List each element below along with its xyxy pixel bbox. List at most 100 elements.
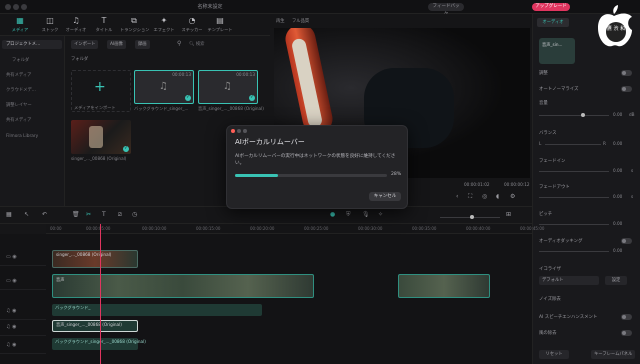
sidebar-item-filmora-library[interactable]: Filmora Library bbox=[6, 132, 38, 141]
sidebar-item-folder[interactable]: フォルダ bbox=[12, 56, 29, 65]
shield-icon[interactable]: ⛨ bbox=[346, 211, 351, 219]
tab-transitions[interactable]: ⧉ トランジション bbox=[120, 16, 149, 35]
crop-icon[interactable]: ⧄ bbox=[118, 211, 122, 219]
media-item-vocal-audio[interactable]: 00:00:13 ♫ ✓ bbox=[198, 70, 258, 104]
dialog-close-button[interactable] bbox=[231, 129, 235, 133]
fade-in-slider[interactable] bbox=[539, 171, 609, 172]
tab-stock[interactable]: ◫ ストック bbox=[36, 16, 64, 35]
tab-media[interactable]: ▦ メディア bbox=[6, 16, 34, 35]
adjust-toggle[interactable] bbox=[621, 70, 632, 76]
tab-titles-label: タイトル bbox=[95, 27, 113, 32]
volume-slider-knob[interactable] bbox=[581, 113, 585, 117]
fade-out-slider[interactable] bbox=[539, 197, 609, 198]
upgrade-button[interactable]: アップグレード bbox=[532, 3, 570, 11]
ruler-tick: 00:00:35:00 bbox=[412, 226, 437, 231]
stock-icon: ◫ bbox=[46, 16, 54, 25]
fullscreen-icon[interactable]: ⛶ bbox=[468, 193, 472, 201]
auto-normalize-toggle[interactable] bbox=[621, 86, 632, 92]
denoise-label: ノイズ除去 bbox=[539, 297, 561, 302]
media-item-video[interactable]: ✓ bbox=[71, 120, 131, 154]
audio-clip-vocal[interactable]: 音声_singer_..._00868 (Original) bbox=[52, 320, 138, 332]
video-clip-tertiary[interactable] bbox=[398, 274, 490, 298]
balance-left-label: L bbox=[539, 141, 542, 146]
sidebar-item-shared-media[interactable]: 共有メディア bbox=[6, 71, 31, 80]
snapshot-icon[interactable]: ◎ bbox=[482, 193, 487, 200]
layout-icon[interactable]: ▦ bbox=[6, 211, 12, 218]
audio-clip-label: 音声_singer_..._00868 (Original) bbox=[56, 322, 122, 327]
fade-out-value[interactable]: 0.00 bbox=[613, 194, 622, 199]
playhead[interactable] bbox=[100, 224, 101, 364]
equalizer-settings-button[interactable]: 設定 bbox=[605, 276, 627, 285]
dialog-minimize-button[interactable] bbox=[237, 129, 241, 133]
video-clip-main[interactable]: singer_..._00868 (Original) bbox=[52, 250, 138, 268]
audio-clip-background[interactable]: バックグラウンド_ bbox=[52, 304, 262, 316]
tab-audio-properties[interactable]: オーディオ bbox=[537, 18, 569, 27]
filter-icon[interactable]: ⚲ bbox=[177, 40, 185, 49]
fade-out-label: フェードアウト bbox=[539, 185, 570, 190]
tab-stickers-label: ステッカー bbox=[181, 27, 203, 32]
volume-label: 音量 bbox=[539, 101, 548, 106]
record-button[interactable]: 録画 bbox=[135, 40, 150, 49]
tab-audio[interactable]: ♫ オーディオ bbox=[62, 16, 90, 35]
preview-tab-player[interactable]: 再生 bbox=[276, 18, 285, 24]
settings-icon[interactable]: ⚙ bbox=[510, 193, 515, 200]
prev-frame-icon[interactable]: ‹ bbox=[456, 193, 458, 200]
progress-bar bbox=[235, 174, 387, 177]
dialog-zoom-button[interactable] bbox=[243, 129, 247, 133]
current-time: 00:00:01:02 bbox=[464, 182, 490, 187]
tab-effects[interactable]: ✦ エフェクト bbox=[150, 16, 178, 35]
feedback-button[interactable]: フィードバック bbox=[428, 3, 464, 17]
search-input[interactable]: 🔍︎ 検索 bbox=[189, 40, 204, 49]
render-icon[interactable]: ● bbox=[330, 211, 335, 218]
delete-icon[interactable]: 🗑︎ bbox=[72, 211, 80, 218]
ai-image-button[interactable]: AI画像 bbox=[107, 40, 126, 49]
volume-icon[interactable]: ◖ bbox=[496, 193, 499, 200]
sidebar-item-adjustment-layer[interactable]: 調整レイヤー bbox=[6, 101, 32, 110]
sidebar-item-cloud-media[interactable]: クラウドメデ... bbox=[6, 86, 36, 95]
audio-clip-background-2[interactable]: バックグラウンド_singer_..._00868 (Original) bbox=[52, 338, 146, 350]
ai-tool-icon[interactable]: ✧ bbox=[378, 211, 383, 218]
audio-ducking-slider[interactable] bbox=[539, 251, 609, 252]
tab-stickers[interactable]: ◔ ステッカー bbox=[178, 16, 206, 35]
dialog-title: AIボーカルリムーバー bbox=[235, 138, 305, 146]
speed-icon[interactable]: ◷ bbox=[132, 211, 137, 218]
split-icon[interactable]: ✂ bbox=[86, 211, 91, 218]
checkmark-icon: ✓ bbox=[249, 95, 255, 101]
video-clip-secondary[interactable]: 音声 bbox=[52, 274, 314, 298]
equalizer-select[interactable]: デフォルト bbox=[539, 276, 599, 285]
balance-slider[interactable] bbox=[545, 144, 601, 145]
title-icon: T bbox=[101, 16, 107, 25]
audio-ducking-toggle[interactable] bbox=[621, 238, 632, 244]
sidebar-item-shared-media-2[interactable]: 共有メディア bbox=[6, 116, 31, 125]
fade-in-value[interactable]: 0.00 bbox=[613, 168, 622, 173]
pitch-value[interactable]: 0.00 bbox=[613, 221, 622, 226]
audio-track-header: ♫ ◉ bbox=[0, 320, 46, 336]
tab-titles[interactable]: T タイトル bbox=[90, 16, 118, 35]
timeline-ruler[interactable]: 00:00 00:00:05:00 00:00:10:00 00:00:15:0… bbox=[46, 224, 544, 234]
ai-speech-enhancement-toggle[interactable] bbox=[621, 314, 632, 320]
zoom-fit-icon[interactable]: ⊞ bbox=[506, 211, 511, 218]
sticker-icon: ◔ bbox=[188, 16, 196, 25]
keyframe-panel-button[interactable]: キーフレームパネル bbox=[591, 350, 635, 359]
text-tool-icon[interactable]: T bbox=[102, 211, 106, 218]
audio-ducking-value[interactable]: 0.00 bbox=[613, 248, 622, 253]
import-button[interactable]: インポート bbox=[71, 40, 99, 49]
sidebar-item-project-media[interactable]: プロジェクトメ... bbox=[2, 40, 62, 49]
timeline-tracks: ▭ ◉ ▭ ◉ ♫ ◉ ♫ ◉ ♫ ◉ singer_..._00868 (Or… bbox=[0, 224, 532, 364]
tab-templates[interactable]: ▤ テンプレート bbox=[206, 16, 234, 35]
zoom-slider-knob[interactable] bbox=[470, 215, 474, 219]
audio-clip-label: バックグラウンド_ bbox=[55, 305, 91, 310]
import-media-tile[interactable]: + メディアをインポート bbox=[71, 70, 131, 112]
cancel-button[interactable]: キャンセル bbox=[369, 192, 401, 201]
select-tool-icon[interactable]: ↖ bbox=[24, 211, 29, 218]
volume-slider[interactable] bbox=[539, 115, 609, 116]
pitch-slider[interactable] bbox=[539, 224, 609, 225]
mic-icon[interactable]: 🎙︎ bbox=[362, 211, 370, 218]
media-item-background-audio[interactable]: 00:00:13 ♫ ✓ bbox=[134, 70, 194, 104]
balance-value[interactable]: 0.00 bbox=[613, 141, 622, 146]
volume-value[interactable]: 0.00 bbox=[613, 112, 622, 117]
preview-tab-quality[interactable]: フル品質 bbox=[292, 18, 309, 24]
reset-button[interactable]: リセット bbox=[539, 350, 569, 359]
wind-removal-toggle[interactable] bbox=[621, 330, 632, 336]
undo-icon[interactable]: ↶ bbox=[42, 211, 47, 218]
